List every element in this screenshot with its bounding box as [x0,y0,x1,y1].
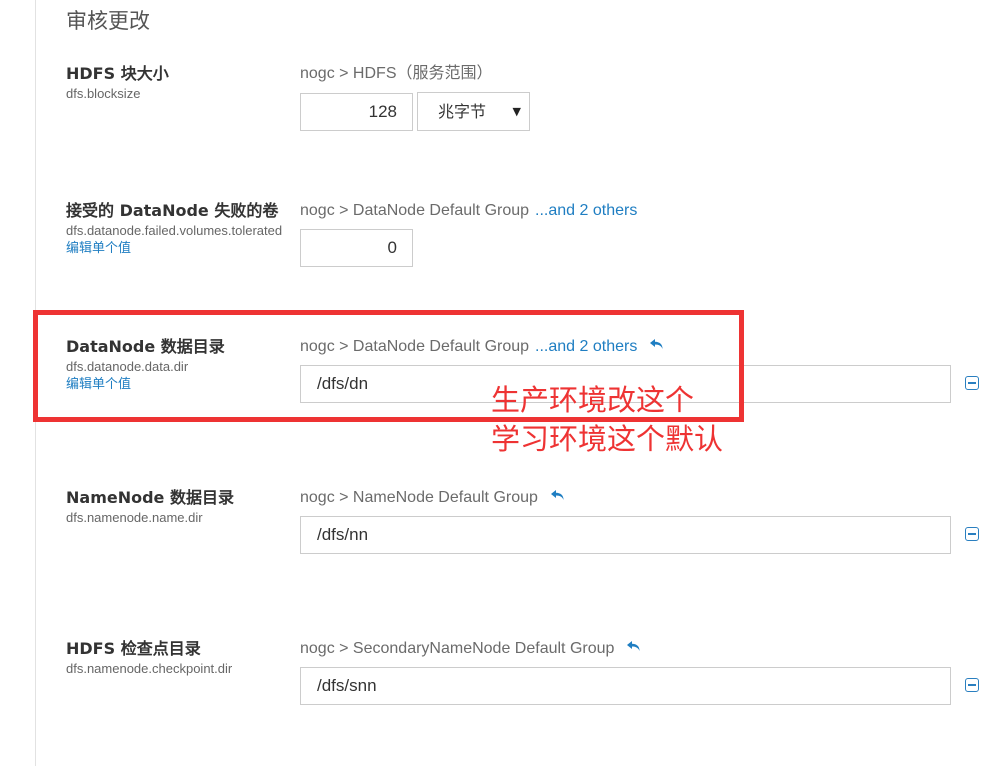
property-label-blocksize: HDFS 块大小 dfs.blocksize [66,64,288,103]
property-label-checkpoint-dir: HDFS 检查点目录 dfs.namenode.checkpoint.dir [66,639,288,678]
property-scope: nogc > DataNode Default Group ...and 2 ot… [300,337,665,357]
namenode-dir-input[interactable]: /dfs/nn [300,516,951,554]
property-name: 接受的 DataNode 失败的卷 [66,201,279,220]
property-label-failed-volumes: 接受的 DataNode 失败的卷 dfs.datanode.failed.vo… [66,201,288,258]
failed-volumes-input[interactable]: 0 [300,229,413,267]
property-label-namenode-dir: NameNode 数据目录 dfs.namenode.name.dir [66,488,288,527]
property-label-datanode-dir: DataNode 数据目录 dfs.datanode.data.dir 编辑单个… [66,337,288,394]
property-key: dfs.namenode.name.dir [66,510,203,525]
left-divider [35,0,36,766]
scope-text: nogc > SecondaryNameNode Default Group [300,640,615,657]
property-key: dfs.datanode.failed.volumes.tolerated [66,223,283,238]
property-key: dfs.datanode.data.dir [66,359,189,374]
remove-icon[interactable] [965,678,979,692]
property-name: DataNode 数据目录 [66,337,225,356]
property-name: HDFS 检查点目录 [66,639,201,658]
scope-text: nogc > NameNode Default Group [300,489,538,506]
property-name: NameNode 数据目录 [66,488,234,507]
scope-text: nogc > DataNode Default Group [300,202,530,219]
annotation-line-2: 学习环境这个默认 [491,422,724,456]
property-scope: nogc > NameNode Default Group [300,488,566,508]
unit-selected-value: 兆字节 [438,102,487,121]
edit-individual-values-link[interactable]: 编辑单个值 [66,240,288,258]
undo-icon[interactable] [550,489,566,503]
remove-icon[interactable] [965,376,979,390]
blocksize-input[interactable]: 128 [300,93,413,131]
checkpoint-dir-input[interactable]: /dfs/snn [300,667,951,705]
scope-text: nogc > DataNode Default Group [300,338,530,355]
property-key: dfs.blocksize [66,86,141,101]
edit-individual-values-link[interactable]: 编辑单个值 [66,376,288,394]
review-changes-page: 审核更改 HDFS 块大小 dfs.blocksize nogc > HDFS（… [0,0,981,766]
page-title: 审核更改 [66,9,150,33]
property-scope: nogc > DataNode Default Group ...and 2 ot… [300,201,637,221]
and-others-link[interactable]: ...and 2 others [535,202,637,219]
property-scope: nogc > SecondaryNameNode Default Group [300,639,642,659]
remove-icon[interactable] [965,527,979,541]
undo-icon[interactable] [626,640,642,654]
annotation-line-1: 生产环境改这个 [491,383,695,417]
undo-icon[interactable] [649,338,665,352]
property-scope: nogc > HDFS（服务范围） [300,64,493,84]
blocksize-unit-select[interactable]: 兆字节 ▼ [417,92,530,131]
property-key: dfs.namenode.checkpoint.dir [66,661,233,676]
property-name: HDFS 块大小 [66,64,169,83]
caret-down-icon: ▼ [512,105,521,118]
and-others-link[interactable]: ...and 2 others [535,338,637,355]
scope-text: nogc > HDFS（服务范围） [300,65,493,82]
